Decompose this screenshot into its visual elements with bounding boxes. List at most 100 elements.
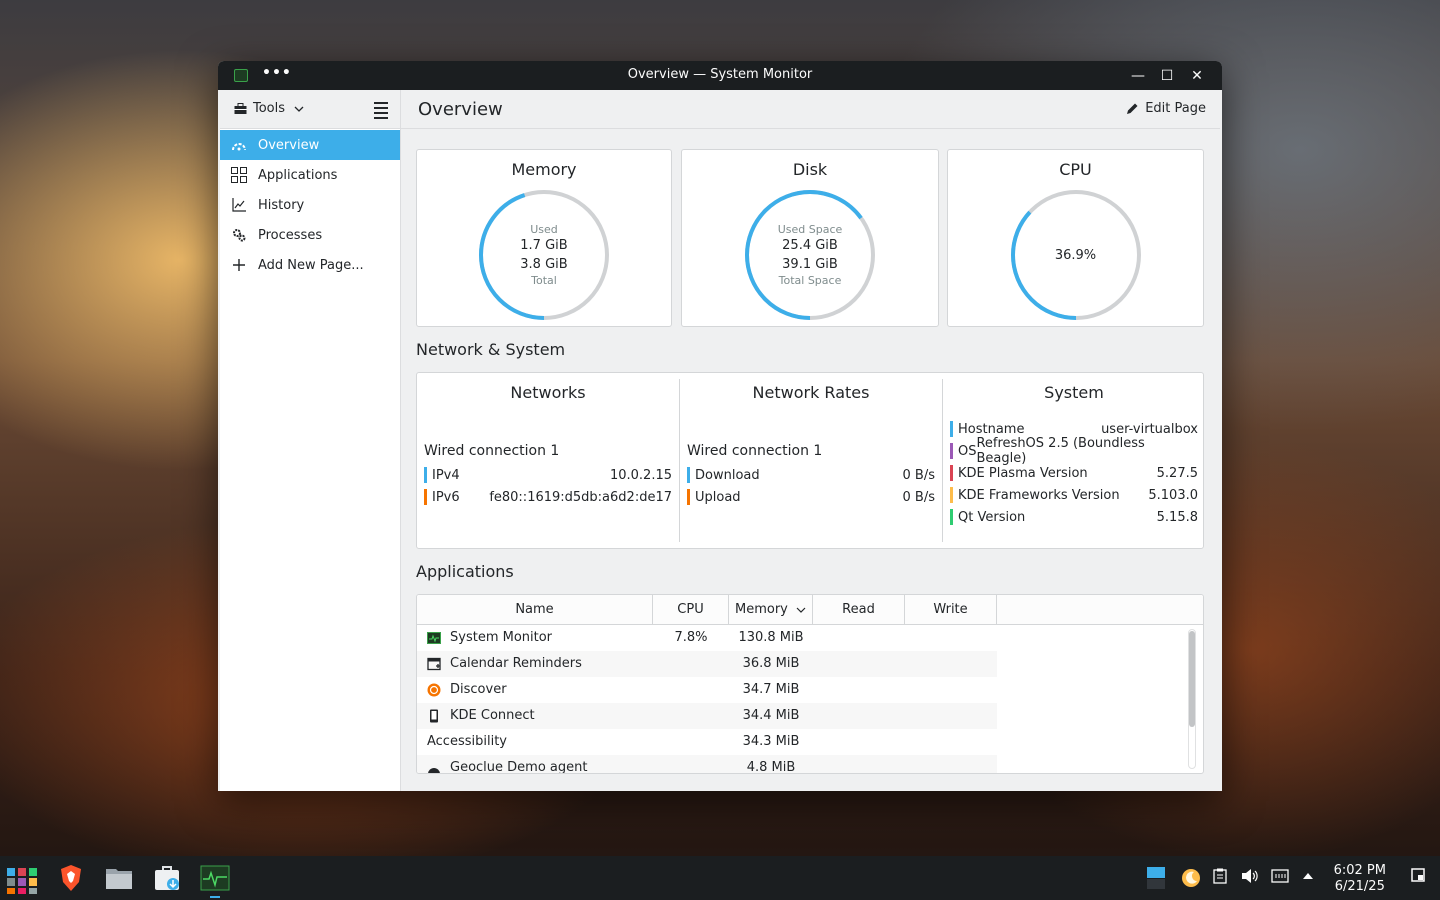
row-name: System Monitor bbox=[450, 630, 553, 645]
show-hidden-icons-arrow-icon[interactable] bbox=[1298, 868, 1318, 884]
plasma-version-row: KDE Plasma Version 5.27.5 bbox=[950, 462, 1198, 484]
qt-version-row: Qt Version 5.15.8 bbox=[950, 506, 1198, 528]
row-name-cell: System Monitor bbox=[427, 630, 552, 645]
folder-icon bbox=[106, 869, 132, 889]
row-name-cell: Accessibility bbox=[427, 734, 507, 749]
row-memory: 36.8 MiB bbox=[742, 656, 800, 671]
memory-used-label: Used bbox=[530, 223, 558, 236]
applications-icon bbox=[230, 166, 248, 184]
disk-gauge: Used Space 25.4 GiB 39.1 GiB Total Space bbox=[743, 188, 877, 322]
row-name: KDE Connect bbox=[450, 708, 535, 723]
history-icon bbox=[230, 196, 248, 214]
table-row[interactable]: Calendar Reminders 36.8 MiB bbox=[417, 651, 997, 677]
sidebar-item-applications[interactable]: Applications bbox=[220, 160, 400, 190]
digital-clock[interactable]: 6:02 PM 6/21/25 bbox=[1334, 863, 1386, 895]
ipv4-label: IPv4 bbox=[432, 467, 460, 483]
rates-connection-name: Wired connection 1 bbox=[687, 443, 823, 459]
sidebar-item-label: Add New Page... bbox=[258, 257, 364, 273]
os-row: OS RefreshOS 2.5 (Boundless Beagle) bbox=[950, 436, 1198, 466]
memory-card: Memory Used 1.7 GiB 3.8 GiB Total bbox=[416, 149, 672, 327]
frameworks-color-bar bbox=[950, 487, 953, 503]
column-header-read[interactable]: Read bbox=[813, 595, 905, 625]
row-name-cell: Geoclue Demo agent bbox=[427, 760, 587, 773]
discover-icon bbox=[427, 683, 441, 696]
toolbox-icon bbox=[234, 102, 247, 114]
column-header-cpu[interactable]: CPU bbox=[653, 595, 729, 625]
upload-label: Upload bbox=[695, 489, 741, 505]
disk-used-label: Used Space bbox=[777, 223, 843, 236]
qt-version-value: 5.15.8 bbox=[1156, 509, 1198, 525]
table-row[interactable]: Accessibility 34.3 MiB bbox=[417, 729, 997, 755]
sidebar-item-overview[interactable]: Overview bbox=[220, 130, 400, 160]
row-name-cell: Calendar Reminders bbox=[427, 656, 582, 671]
scrollbar-thumb[interactable] bbox=[1189, 631, 1195, 727]
network-system-section-title: Network & System bbox=[416, 340, 566, 359]
brave-browser-button[interactable] bbox=[55, 862, 87, 894]
system-monitor-window: ••• Overview — System Monitor — ☐ ✕ Tool… bbox=[218, 61, 1222, 791]
row-memory: 34.4 MiB bbox=[742, 708, 800, 723]
night-color-button[interactable] bbox=[1175, 862, 1207, 894]
tools-menu-button[interactable]: Tools bbox=[234, 101, 304, 116]
sidebar-item-processes[interactable]: Processes bbox=[220, 220, 400, 250]
volume-icon[interactable] bbox=[1240, 868, 1260, 888]
close-button[interactable]: ✕ bbox=[1187, 66, 1207, 86]
file-manager-button[interactable] bbox=[103, 862, 135, 894]
tools-label: Tools bbox=[253, 101, 286, 116]
memory-total-label: Total bbox=[531, 274, 557, 287]
clock-date: 6/21/25 bbox=[1334, 879, 1385, 894]
memory-title: Memory bbox=[511, 160, 577, 179]
memory-used-value: 1.7 GiB bbox=[520, 238, 568, 253]
os-color-bar bbox=[950, 443, 953, 459]
system-monitor-icon bbox=[427, 631, 441, 644]
ipv6-color-bar bbox=[424, 489, 427, 505]
clipboard-icon[interactable] bbox=[1210, 868, 1230, 888]
system-title: System bbox=[1044, 383, 1104, 402]
system-monitor-taskbar-button[interactable] bbox=[199, 862, 231, 894]
column-header-memory[interactable]: Memory bbox=[729, 595, 813, 625]
software-center-button[interactable] bbox=[151, 862, 183, 894]
ipv4-value: 10.0.2.15 bbox=[609, 467, 672, 483]
table-header: Name CPU Memory Read Write bbox=[417, 595, 1203, 625]
hamburger-menu-button[interactable] bbox=[374, 102, 388, 122]
application-launcher-button[interactable] bbox=[6, 862, 38, 894]
row-name: Discover bbox=[450, 682, 507, 697]
network-icon[interactable] bbox=[1270, 868, 1290, 888]
ipv4-color-bar bbox=[424, 467, 427, 483]
qt-color-bar bbox=[950, 509, 953, 525]
table-row[interactable]: Geoclue Demo agent 4.8 MiB bbox=[417, 755, 997, 773]
plasma-version-value: 5.27.5 bbox=[1156, 465, 1198, 481]
disk-total-value: 39.1 GiB bbox=[782, 257, 838, 272]
ipv6-value: fe80::1619:d5db:a6d2:de17 bbox=[489, 489, 672, 505]
night-color-icon bbox=[1182, 869, 1200, 887]
maximize-button[interactable]: ☐ bbox=[1157, 66, 1177, 86]
sidebar-item-label: Processes bbox=[258, 227, 323, 243]
clock-time: 6:02 PM bbox=[1333, 863, 1386, 878]
row-name: Calendar Reminders bbox=[450, 656, 582, 671]
network-rates-column: Network Rates Wired connection 1 Downloa… bbox=[680, 373, 942, 548]
networks-column: Networks Wired connection 1 IPv4 10.0.2.… bbox=[417, 373, 679, 548]
page-title: Overview bbox=[418, 99, 503, 120]
row-name: Accessibility bbox=[427, 734, 507, 749]
sidebar-item-history[interactable]: History bbox=[220, 190, 400, 220]
table-row[interactable]: KDE Connect 34.4 MiB bbox=[417, 703, 997, 729]
sidebar-item-add-new-page[interactable]: Add New Page... bbox=[220, 250, 400, 280]
cpu-value: 36.9% bbox=[1054, 247, 1097, 263]
table-row[interactable]: System Monitor 7.8% 130.8 MiB bbox=[417, 625, 997, 651]
ipv6-label: IPv6 bbox=[432, 489, 460, 505]
desktop-pager-icon bbox=[1147, 867, 1165, 889]
taskbar: 6:02 PM 6/21/25 bbox=[0, 856, 1440, 900]
minimize-button[interactable]: — bbox=[1128, 66, 1148, 86]
show-desktop-icon[interactable] bbox=[1408, 868, 1428, 886]
disk-title: Disk bbox=[792, 160, 828, 179]
column-header-name[interactable]: Name bbox=[417, 595, 653, 625]
pager-button[interactable] bbox=[1140, 862, 1172, 894]
column-header-write[interactable]: Write bbox=[905, 595, 997, 625]
edit-page-button[interactable]: Edit Page bbox=[1125, 101, 1206, 116]
applications-section-title: Applications bbox=[416, 562, 514, 581]
table-row[interactable]: Discover 34.7 MiB bbox=[417, 677, 997, 703]
memory-total-value: 3.8 GiB bbox=[520, 257, 568, 272]
title-bar[interactable]: ••• Overview — System Monitor — ☐ ✕ bbox=[218, 61, 1222, 90]
system-monitor-icon bbox=[200, 865, 230, 891]
networks-connection-name: Wired connection 1 bbox=[424, 443, 560, 459]
calendar-icon bbox=[427, 657, 441, 670]
